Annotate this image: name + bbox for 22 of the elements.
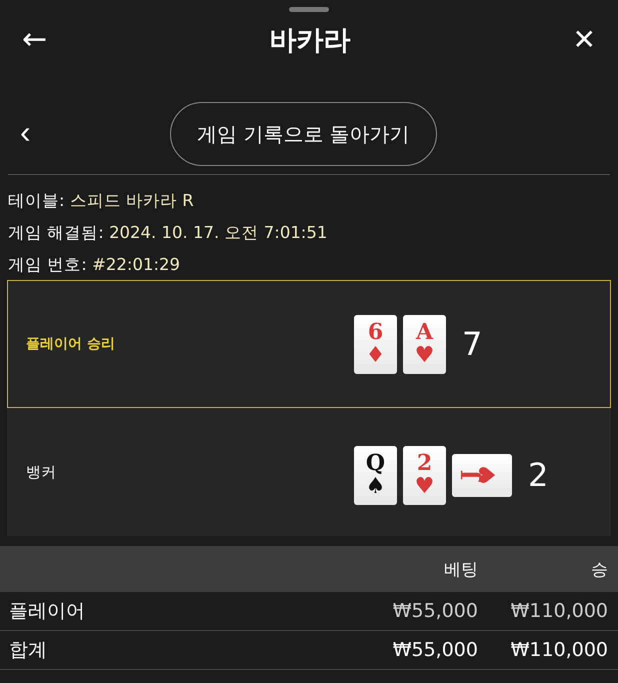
info-line: 게임 해결됨: 2024. 10. 17. 오전 7:01:51 xyxy=(8,222,328,244)
column-header: 승 xyxy=(590,558,609,580)
hand-label: 플레이어 승리 xyxy=(25,335,115,353)
playing-card: A ♥ xyxy=(403,314,446,374)
playing-card: Q ♠ xyxy=(354,446,397,504)
playing-card: 6 ♦ xyxy=(354,314,397,374)
table-cell-text: 플레이어 xyxy=(8,599,86,624)
window-title: 바카라 xyxy=(269,24,350,58)
hand-total: 7 xyxy=(462,325,482,363)
hand-total: 2 xyxy=(528,456,548,494)
table-cell-text: ₩55,000 xyxy=(392,600,479,622)
info-line: 게임 번호: #22:01:29 xyxy=(8,254,181,276)
table-cell-text: ₩55,000 xyxy=(392,639,479,661)
playing-card: 2 ♥ xyxy=(403,446,446,504)
table-cell-text: 합계 xyxy=(8,638,48,663)
hand-label: 뱅커 xyxy=(25,462,56,482)
table-cell-text: ₩110,000 xyxy=(510,639,609,661)
back-to-history-button[interactable]: 게임 기록으로 돌아가기 xyxy=(170,102,437,166)
info-line: 테이블: 스피드 바카라 R xyxy=(8,190,195,212)
column-header: 베팅 xyxy=(443,558,479,580)
table-cell-text: ₩110,000 xyxy=(510,600,609,622)
drag-handle[interactable] xyxy=(289,7,329,12)
